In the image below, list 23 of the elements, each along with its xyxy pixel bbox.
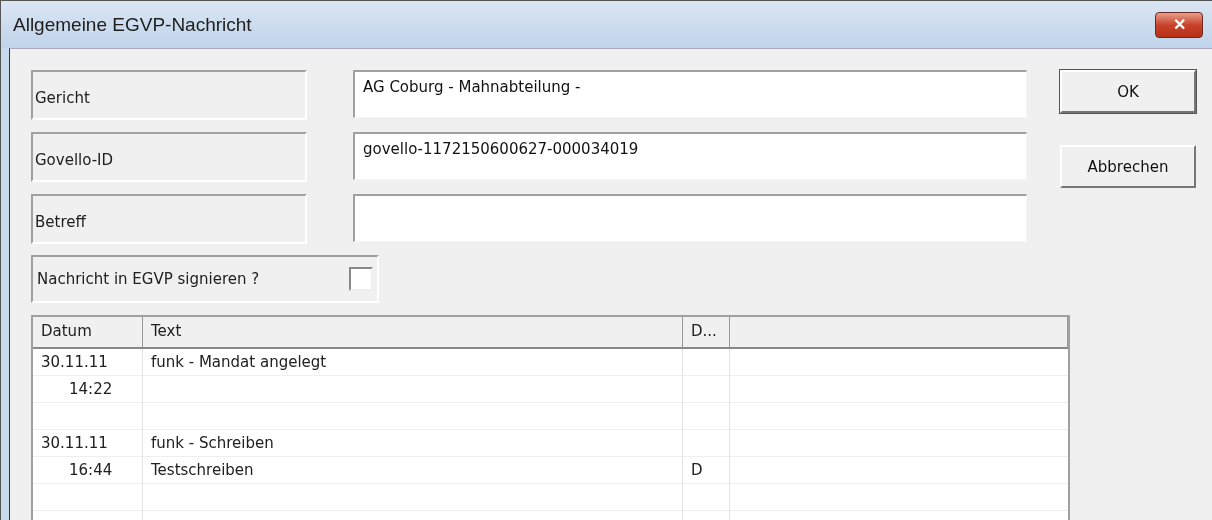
table-cell: 16:44 — [33, 457, 143, 484]
checkbox-label: Nachricht in EGVP signieren ? — [37, 270, 260, 288]
table-cell: D — [683, 457, 730, 484]
table-cell: funk - Mandat angelegt — [143, 349, 683, 376]
table-cell: funk - Schreiben — [143, 430, 683, 457]
dialog-button[interactable]: Abbrechen — [1060, 145, 1196, 188]
field-label: Gericht — [31, 70, 307, 120]
close-button[interactable]: ✕ — [1155, 11, 1203, 38]
column-header[interactable]: D... — [683, 317, 730, 347]
column-header[interactable]: Datum — [33, 317, 143, 347]
input-field[interactable] — [353, 194, 1027, 242]
window-title: Allgemeine EGVP-Nachricht — [13, 13, 252, 36]
dialog-button[interactable]: OK — [1060, 70, 1196, 113]
input-field[interactable]: AG Coburg - Mahnabteilung - — [353, 70, 1027, 118]
input-field[interactable]: govello-1172150600627-000034019 — [353, 132, 1027, 180]
column-header[interactable]: Text — [143, 317, 683, 347]
table-cell: 14:22 — [33, 376, 143, 403]
table-cell: Testschreiben — [143, 457, 683, 484]
field-label: Betreff — [31, 194, 307, 244]
table-cell: 30.11.11 — [33, 349, 143, 376]
field-label: Govello-ID — [31, 132, 307, 182]
table-cell: 30.11.11 — [33, 430, 143, 457]
checkbox[interactable] — [349, 267, 373, 291]
